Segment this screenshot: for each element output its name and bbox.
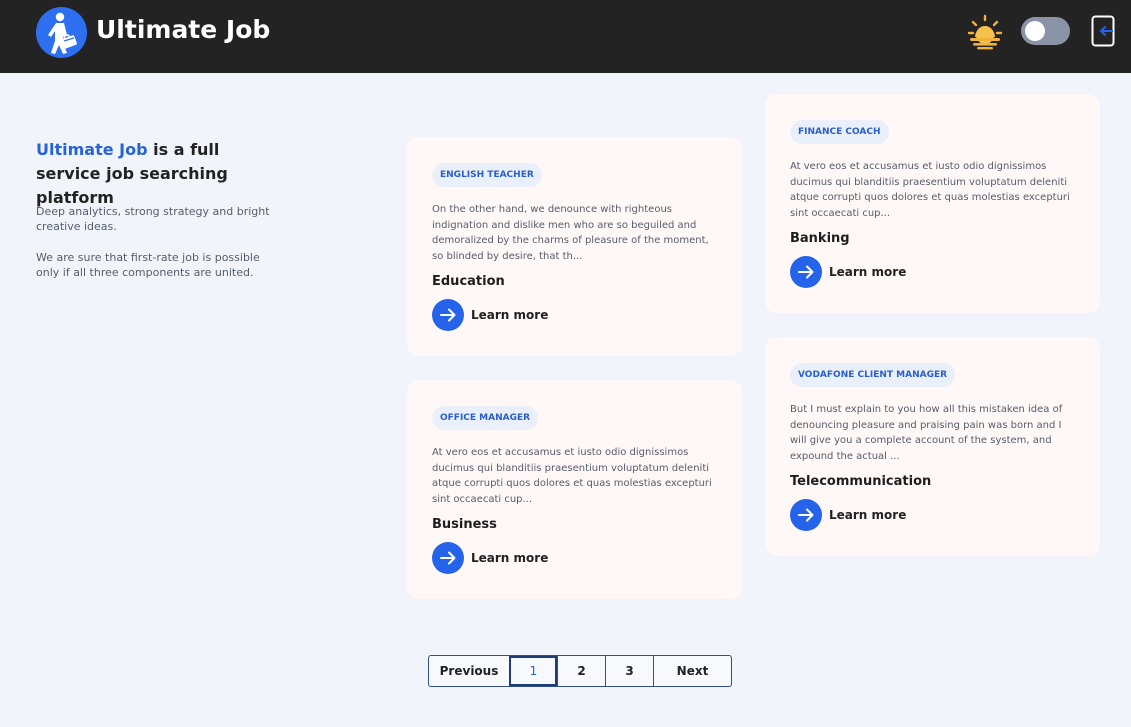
pagination: Previous 1 2 3 Next (428, 655, 732, 687)
arrow-right-icon[interactable] (432, 542, 464, 574)
job-category: Telecommunication (790, 474, 932, 489)
job-card: FINANCE COACH At vero eos et accusamus e… (765, 94, 1100, 313)
intro-paragraph: Deep analytics, strong strategy and brig… (36, 205, 270, 233)
intro-heading: Ultimate Job is a full service job searc… (36, 138, 286, 210)
job-description: On the other hand, we denounce with righ… (432, 204, 709, 262)
job-title-badge: FINANCE COACH (790, 120, 889, 144)
previous-page-button[interactable]: Previous (429, 656, 509, 686)
job-category: Banking (790, 231, 850, 246)
learn-more-button[interactable]: Learn more (790, 499, 906, 531)
job-description: But I must explain to you how all this m… (790, 404, 1063, 462)
job-description: At vero eos et accusamus et iusto odio d… (790, 161, 1070, 219)
top-navbar: Ultimate Job (0, 0, 1131, 73)
page-button-1[interactable]: 1 (509, 656, 557, 686)
learn-more-button[interactable]: Learn more (790, 256, 906, 288)
learn-more-button[interactable]: Learn more (432, 299, 548, 331)
intro-brand-highlight: Ultimate Job (36, 140, 148, 159)
arrow-right-icon[interactable] (432, 299, 464, 331)
job-title-badge: VODAFONE CLIENT MANAGER (790, 363, 956, 387)
worker-logo-icon[interactable] (36, 7, 87, 58)
page-button-2[interactable]: 2 (557, 656, 605, 686)
learn-more-button[interactable]: Learn more (432, 542, 548, 574)
job-title-badge: OFFICE MANAGER (432, 406, 539, 430)
toggle-knob (1025, 21, 1045, 41)
job-title-badge: ENGLISH TEACHER (432, 163, 542, 187)
theme-toggle[interactable] (1021, 17, 1070, 45)
learn-more-label[interactable]: Learn more (829, 508, 906, 522)
job-category: Business (432, 517, 497, 532)
job-description: At vero eos et accusamus et iusto odio d… (432, 447, 712, 505)
job-card: VODAFONE CLIENT MANAGER But I must expla… (765, 337, 1100, 556)
job-card: OFFICE MANAGER At vero eos et accusamus … (407, 380, 742, 599)
arrow-right-icon[interactable] (790, 499, 822, 531)
job-card: ENGLISH TEACHER On the other hand, we de… (407, 137, 742, 356)
sunrise-icon[interactable] (966, 14, 1004, 50)
job-category: Education (432, 274, 505, 289)
next-page-button[interactable]: Next (653, 656, 731, 686)
arrow-right-icon[interactable] (790, 256, 822, 288)
learn-more-label[interactable]: Learn more (829, 265, 906, 279)
brand-name[interactable]: Ultimate Job (96, 15, 270, 44)
logout-icon[interactable] (1091, 15, 1115, 47)
learn-more-label[interactable]: Learn more (471, 551, 548, 565)
page-button-3[interactable]: 3 (605, 656, 653, 686)
learn-more-label[interactable]: Learn more (471, 308, 548, 322)
intro-paragraph: We are sure that first-rate job is possi… (36, 251, 260, 279)
